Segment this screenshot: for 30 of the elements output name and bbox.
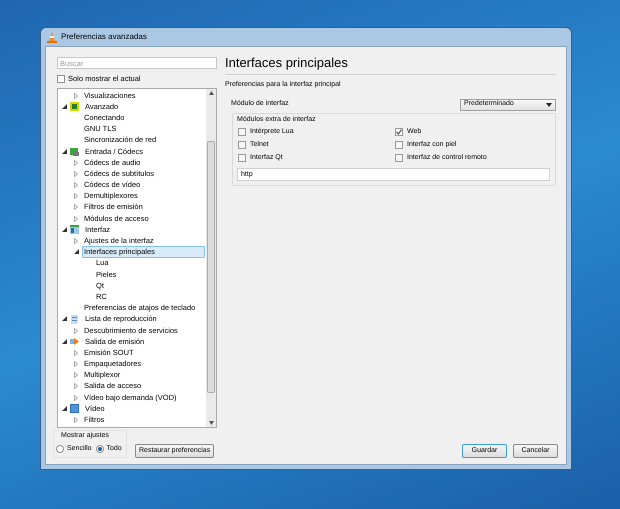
scroll-down-icon[interactable] — [208, 421, 214, 425]
expanded-arrow-icon[interactable] — [62, 226, 70, 233]
checkbox[interactable] — [395, 141, 403, 149]
category-icon — [70, 102, 79, 112]
category-icon — [70, 147, 79, 156]
expanded-arrow-icon[interactable] — [62, 316, 70, 322]
expanded-arrow-icon[interactable] — [62, 338, 70, 345]
checkbox[interactable] — [238, 154, 246, 162]
category-icon — [70, 404, 79, 414]
scrollbar[interactable] — [206, 89, 216, 427]
traffic-cone-icon — [47, 32, 57, 42]
dropdown-arrow-icon — [546, 102, 552, 106]
checkbox[interactable] — [238, 128, 246, 136]
expanded-arrow-icon[interactable] — [62, 406, 70, 412]
checkbox[interactable] — [395, 128, 403, 136]
scrollbar-thumb[interactable] — [207, 141, 215, 393]
expanded-arrow-icon[interactable] — [62, 148, 70, 155]
scroll-up-icon[interactable] — [208, 91, 214, 95]
category-icon — [70, 337, 79, 346]
radio-button[interactable] — [56, 445, 64, 454]
expanded-arrow-icon[interactable] — [74, 249, 82, 256]
checkbox[interactable] — [57, 75, 65, 83]
radio-button[interactable] — [96, 445, 104, 454]
expanded-arrow-icon[interactable] — [62, 104, 70, 110]
checkbox[interactable] — [395, 154, 403, 162]
category-icon — [70, 314, 79, 324]
window-title: Preferencias avanzadas — [61, 31, 147, 43]
category-icon — [70, 225, 79, 234]
panel-title: Interfaces principales — [225, 55, 556, 75]
checkbox[interactable] — [238, 141, 246, 149]
